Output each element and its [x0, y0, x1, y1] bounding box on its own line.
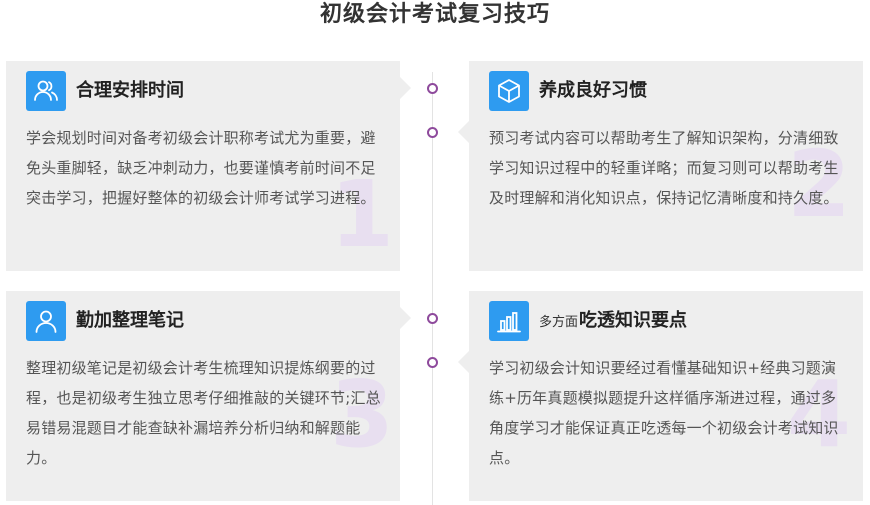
bar-chart-icon: [489, 301, 529, 341]
timeline-dot: [427, 357, 438, 368]
card-pointer: [400, 77, 411, 99]
users-icon: [26, 71, 66, 111]
timeline-dot: [427, 127, 438, 138]
user-icon: [26, 301, 66, 341]
card-pointer: [458, 121, 469, 143]
card-title: 多方面吃透知识要点: [539, 301, 687, 341]
card-text: 学习初级会计知识要经过看懂基础知识+经典习题演练+历年真题模拟题提升这样循序渐进…: [489, 359, 839, 467]
timeline-dot: [427, 313, 438, 324]
card-title: 合理安排时间: [76, 80, 184, 101]
card-pointer: [400, 307, 411, 329]
timeline-dot: [427, 83, 438, 94]
card-title: 养成良好习惯: [539, 80, 647, 101]
tip-card-notes: 3 勤加整理笔记 整理初级笔记是初级会计考生梳理知识提炼纲要的过程，也是初级考生…: [6, 291, 400, 501]
card-text: 整理初级笔记是初级会计考生梳理知识提炼纲要的过程，也是初级考生独立思考仔细推敲的…: [26, 359, 381, 467]
card-pointer: [458, 351, 469, 373]
tip-card-time: 1 合理安排时间 学会规划时间对备考初级会计职称考试尤为重要，避免头重脚轻，缺乏…: [6, 61, 400, 271]
card-title: 勤加整理笔记: [76, 310, 184, 331]
card-text: 预习考试内容可以帮助考生了解知识架构，分清细致学习知识过程中的轻重详略；而复习则…: [489, 129, 839, 207]
card-text: 学会规划时间对备考初级会计职称考试尤为重要，避免头重脚轻，缺乏冲刺动力，也要谨慎…: [26, 129, 376, 207]
card-title-prefix: 多方面: [539, 315, 579, 330]
cube-icon: [489, 71, 529, 111]
tip-card-habit: 2 养成良好习惯 预习考试内容可以帮助考生了解知识架构，分清细致学习知识过程中的…: [469, 61, 863, 271]
card-title-main: 吃透知识要点: [579, 310, 688, 331]
tip-card-knowledge: 4 多方面吃透知识要点 学习初级会计知识要经过看懂基础知识+经典习题演练+历年真…: [469, 291, 863, 501]
page-title: 初级会计考试复习技巧: [319, 2, 550, 27]
